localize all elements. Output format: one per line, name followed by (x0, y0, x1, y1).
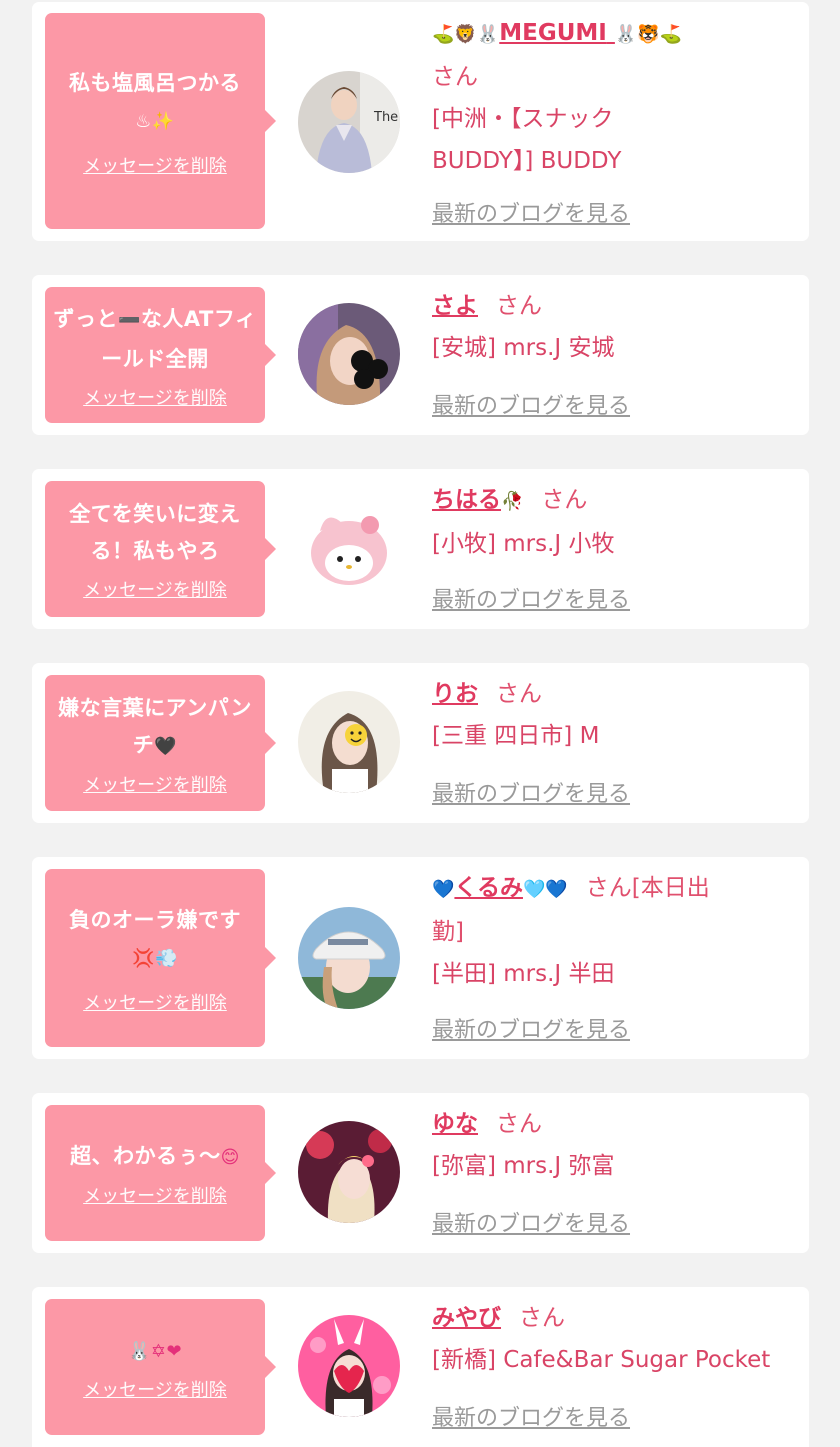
message-text: 私も塩風呂つかる ♨✨ (69, 65, 241, 140)
latest-blog-link[interactable]: 最新のブログを見る (432, 1206, 630, 1238)
shop-name-line2: BUDDY】] BUDDY (432, 148, 622, 174)
message-bubble: 嫌な言葉にアンパンチ🖤 メッセージを削除 (45, 675, 276, 811)
san-label: さん (585, 875, 632, 901)
cast-info: ⛳🦁🐰MEGUMI 🐰🐯⛳ さん [中洲・【スナック BUDDY】] BUDDY… (432, 12, 792, 227)
message-text: 嫌な言葉にアンパンチ🖤 (53, 690, 257, 765)
cast-name-link[interactable]: りお (432, 681, 478, 707)
avatar[interactable] (298, 907, 400, 1009)
avatar[interactable] (298, 497, 400, 599)
delete-message-link[interactable]: メッセージを削除 (83, 1182, 227, 1208)
message-bubble: 🐰✡❤ メッセージを削除 (45, 1299, 276, 1435)
cast-name-link[interactable]: 💙くるみ🩵💙 (432, 875, 568, 901)
shop-name: [中洲・【スナック (432, 106, 614, 132)
emoji: ♨✨ (135, 110, 175, 132)
work-status-line2: 勤] (432, 919, 464, 945)
latest-blog-link[interactable]: 最新のブログを見る (432, 582, 630, 614)
avatar[interactable] (298, 1121, 400, 1223)
message-card: 全てを笑いに変える！私もやろ メッセージを削除 ちはる🥀 さん [小牧] mrs.… (32, 469, 809, 629)
avatar[interactable] (298, 691, 400, 793)
shop-name: [弥富] mrs.J 弥富 (432, 1153, 615, 1179)
latest-blog-link[interactable]: 最新のブログを見る (432, 1012, 630, 1044)
delete-message-link[interactable]: メッセージを削除 (83, 771, 227, 797)
latest-blog-link[interactable]: 最新のブログを見る (432, 776, 630, 808)
cast-info: りお さん [三重 四日市] M 最新のブログを見る (432, 673, 792, 807)
avatar[interactable]: The (298, 71, 400, 173)
message-text: 🐰✡❤ (128, 1332, 182, 1370)
cast-name-link[interactable]: みやび (432, 1305, 501, 1331)
shop-name: [小牧] mrs.J 小牧 (432, 531, 615, 557)
cast-info: みやび さん [新橋] Cafe&Bar Sugar Pocket 最新のブログを… (432, 1297, 792, 1431)
delete-message-link[interactable]: メッセージを削除 (83, 989, 227, 1015)
message-text: ずっと➖な人ATフィールド全開 (53, 300, 257, 378)
cast-name-link[interactable]: ⛳🦁🐰MEGUMI 🐰🐯⛳ (432, 20, 682, 46)
san-label: さん (496, 681, 542, 707)
message-card: 私も塩風呂つかる ♨✨ メッセージを削除 The ⛳🦁🐰MEGUMI 🐰🐯⛳ さ… (32, 2, 809, 241)
cast-info: ゆな さん [弥富] mrs.J 弥富 最新のブログを見る (432, 1103, 792, 1237)
delete-message-link[interactable]: メッセージを削除 (83, 1376, 227, 1402)
shop-name: [安城] mrs.J 安城 (432, 335, 615, 361)
message-bubble: ずっと➖な人ATフィールド全開 メッセージを削除 (45, 287, 276, 423)
message-card: ずっと➖な人ATフィールド全開 メッセージを削除 さよ さん [安城] mrs.J… (32, 275, 809, 435)
cast-name-link[interactable]: ちはる🥀 (432, 487, 523, 513)
emoji: ➖ (118, 310, 141, 331)
san-label: さん (496, 293, 542, 319)
message-card: 🐰✡❤ メッセージを削除 みやび さん [新橋] Cafe&Bar Sugar P… (32, 1287, 809, 1447)
cast-name-link[interactable]: さよ (432, 293, 478, 319)
cast-info: さよ さん [安城] mrs.J 安城 最新のブログを見る (432, 285, 792, 419)
message-bubble: 全てを笑いに変える！私もやろ メッセージを削除 (45, 481, 276, 617)
cast-info: ちはる🥀 さん [小牧] mrs.J 小牧 最新のブログを見る (432, 479, 792, 613)
message-bubble: 超、わかるぅ～😊 メッセージを削除 (45, 1105, 276, 1241)
message-text: 負のオーラ嫌です 💢💨 (69, 902, 241, 977)
delete-message-link[interactable]: メッセージを削除 (83, 384, 227, 410)
emoji: 🖤 (154, 735, 178, 757)
san-label: さん (519, 1305, 565, 1331)
work-status: [本日出 (631, 875, 710, 901)
message-bubble: 負のオーラ嫌です 💢💨 メッセージを削除 (45, 869, 276, 1047)
shop-name: [三重 四日市] M (432, 723, 600, 749)
delete-message-link[interactable]: メッセージを削除 (83, 576, 227, 602)
san-label: さん (541, 487, 588, 513)
latest-blog-link[interactable]: 最新のブログを見る (432, 196, 630, 228)
emoji: 😊 (220, 1147, 240, 1168)
shop-name: [半田] mrs.J 半田 (432, 961, 615, 987)
emoji: 🐰✡❤ (127, 1341, 183, 1362)
shop-name: [新橋] Cafe&Bar Sugar Pocket (432, 1347, 771, 1373)
san-label: さん (432, 64, 478, 90)
delete-message-link[interactable]: メッセージを削除 (83, 152, 227, 178)
latest-blog-link[interactable]: 最新のブログを見る (432, 388, 630, 420)
avatar[interactable] (298, 303, 400, 405)
message-card: 嫌な言葉にアンパンチ🖤 メッセージを削除 りお さん [三重 四日市] M 最新の… (32, 663, 809, 823)
san-label: さん (496, 1111, 542, 1137)
cast-info: 💙くるみ🩵💙 さん[本日出 勤] [半田] mrs.J 半田 最新のブログを見る (432, 867, 792, 1043)
emoji: 💢💨 (132, 947, 178, 969)
message-bubble: 私も塩風呂つかる ♨✨ メッセージを削除 (45, 13, 276, 229)
latest-blog-link[interactable]: 最新のブログを見る (432, 1400, 630, 1432)
message-text: 超、わかるぅ～😊 (70, 1138, 240, 1176)
message-list: 私も塩風呂つかる ♨✨ メッセージを削除 The ⛳🦁🐰MEGUMI 🐰🐯⛳ さ… (0, 0, 840, 1447)
message-card: 超、わかるぅ～😊 メッセージを削除 ゆな さん [弥富] mrs.J 弥富 最新の… (32, 1093, 809, 1253)
cast-name-link[interactable]: ゆな (432, 1111, 478, 1137)
svg-text:The: The (373, 110, 398, 125)
avatar[interactable] (298, 1315, 400, 1417)
message-text: 全てを笑いに変える！私もやろ (69, 502, 241, 563)
message-card: 負のオーラ嫌です 💢💨 メッセージを削除 💙くるみ🩵💙 さん[本日出 勤] [半田… (32, 857, 809, 1059)
